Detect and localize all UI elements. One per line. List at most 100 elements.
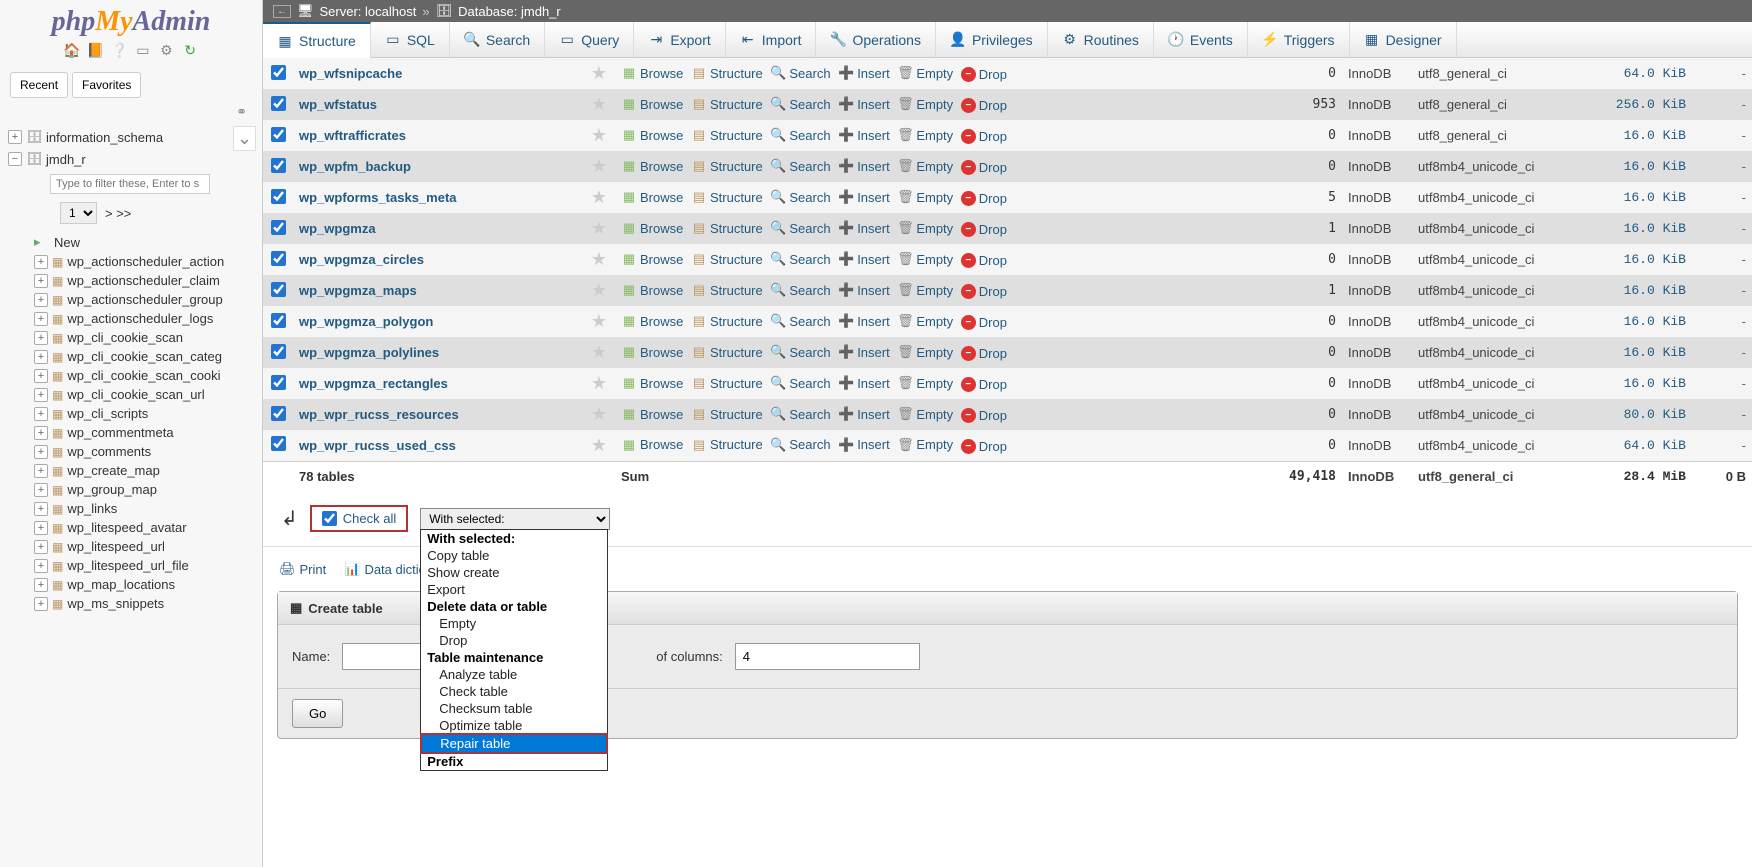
expand-icon[interactable]: +	[34, 483, 48, 497]
search-link[interactable]: 🔍Search	[770, 437, 830, 453]
favorite-star[interactable]: ★	[583, 337, 615, 368]
browse-link[interactable]: ▦Browse	[621, 251, 683, 267]
tree-new[interactable]: ▸ New	[30, 232, 262, 252]
insert-link[interactable]: ➕Insert	[838, 158, 890, 174]
favorite-star[interactable]: ★	[583, 430, 615, 461]
breadcrumb-server[interactable]: Server: localhost	[320, 4, 417, 19]
empty-link[interactable]: 🗑Empty	[897, 65, 953, 81]
favorites-tab[interactable]: Favorites	[72, 72, 141, 98]
row-checkbox[interactable]	[271, 406, 286, 421]
row-checkbox[interactable]	[271, 436, 286, 451]
tree-table-item[interactable]: +▦wp_commentmeta	[30, 423, 262, 442]
row-checkbox[interactable]	[271, 313, 286, 328]
collapse-icon[interactable]: −	[8, 152, 22, 166]
browse-link[interactable]: ▦Browse	[621, 189, 683, 205]
search-link[interactable]: 🔍Search	[770, 375, 830, 391]
insert-link[interactable]: ➕Insert	[838, 127, 890, 143]
insert-link[interactable]: ➕Insert	[838, 96, 890, 112]
search-link[interactable]: 🔍Search	[770, 189, 830, 205]
search-link[interactable]: 🔍Search	[770, 127, 830, 143]
tree-table-item[interactable]: +▦wp_cli_cookie_scan	[30, 328, 262, 347]
expand-icon[interactable]: +	[34, 407, 48, 421]
row-checkbox[interactable]	[271, 189, 286, 204]
structure-link[interactable]: ▤Structure	[691, 158, 763, 174]
row-checkbox[interactable]	[271, 220, 286, 235]
tree-table-item[interactable]: +▦wp_cli_cookie_scan_cooki	[30, 366, 262, 385]
scroll-down-icon[interactable]: ⌄	[233, 126, 256, 151]
logo[interactable]: phpMyAdmin	[0, 0, 262, 40]
tab-sql[interactable]: ▭SQL	[371, 22, 450, 57]
favorite-star[interactable]: ★	[583, 368, 615, 399]
expand-icon[interactable]: +	[34, 502, 48, 516]
tree-table-item[interactable]: +▦wp_create_map	[30, 461, 262, 480]
drop-link[interactable]: −Drop	[961, 253, 1007, 268]
table-name-link[interactable]: wp_wpgmza_polylines	[299, 345, 439, 360]
search-link[interactable]: 🔍Search	[770, 158, 830, 174]
tree-table-item[interactable]: +▦wp_litespeed_url	[30, 537, 262, 556]
tab-query[interactable]: ▭Query	[545, 22, 634, 57]
tree-table-item[interactable]: +▦wp_cli_cookie_scan_categ	[30, 347, 262, 366]
settings-icon[interactable]: ⚙	[157, 42, 175, 60]
structure-link[interactable]: ▤Structure	[691, 437, 763, 453]
expand-icon[interactable]: +	[34, 331, 48, 345]
with-selected-dropdown[interactable]: With selected:	[420, 508, 610, 530]
drop-link[interactable]: −Drop	[961, 439, 1007, 454]
dropdown-item[interactable]: Check table	[421, 683, 607, 700]
expand-icon[interactable]: +	[34, 521, 48, 535]
drop-link[interactable]: −Drop	[961, 129, 1007, 144]
structure-link[interactable]: ▤Structure	[691, 127, 763, 143]
browse-link[interactable]: ▦Browse	[621, 406, 683, 422]
tab-events[interactable]: 🕐Events	[1154, 22, 1248, 57]
row-checkbox[interactable]	[271, 344, 286, 359]
home-icon[interactable]: 🏠	[63, 42, 81, 60]
drop-link[interactable]: −Drop	[961, 408, 1007, 423]
tree-table-item[interactable]: +▦wp_map_locations	[30, 575, 262, 594]
dropdown-item[interactable]: Analyze table	[421, 666, 607, 683]
empty-link[interactable]: 🗑Empty	[897, 220, 953, 236]
table-name-link[interactable]: wp_wpr_rucss_resources	[299, 407, 459, 422]
dropdown-item[interactable]: Drop	[421, 632, 607, 649]
expand-icon[interactable]: +	[34, 255, 48, 269]
insert-link[interactable]: ➕Insert	[838, 220, 890, 236]
link-icon[interactable]: ⚭	[0, 102, 262, 126]
search-link[interactable]: 🔍Search	[770, 251, 830, 267]
drop-link[interactable]: −Drop	[961, 191, 1007, 206]
dropdown-item[interactable]: Copy table	[421, 547, 607, 564]
tab-operations[interactable]: 🔧Operations	[816, 22, 935, 57]
row-checkbox[interactable]	[271, 375, 286, 390]
expand-icon[interactable]: +	[8, 130, 22, 144]
row-checkbox[interactable]	[271, 96, 286, 111]
favorite-star[interactable]: ★	[583, 58, 615, 89]
tree-table-item[interactable]: +▦wp_comments	[30, 442, 262, 461]
tree-db-jmdh-r[interactable]: − 🗄 jmdh_r	[0, 148, 262, 170]
expand-icon[interactable]: +	[34, 597, 48, 611]
browse-link[interactable]: ▦Browse	[621, 313, 683, 329]
tab-structure[interactable]: ▦Structure	[263, 22, 371, 58]
insert-link[interactable]: ➕Insert	[838, 189, 890, 205]
table-name-link[interactable]: wp_wpr_rucss_used_css	[299, 438, 456, 453]
tab-search[interactable]: 🔍Search	[450, 22, 545, 57]
table-name-link[interactable]: wp_wpgmza	[299, 221, 376, 236]
expand-icon[interactable]: +	[34, 293, 48, 307]
tree-table-item[interactable]: +▦wp_actionscheduler_logs	[30, 309, 262, 328]
collapse-sidebar-icon[interactable]: ←	[273, 5, 291, 18]
structure-link[interactable]: ▤Structure	[691, 96, 763, 112]
favorite-star[interactable]: ★	[583, 120, 615, 151]
favorite-star[interactable]: ★	[583, 89, 615, 120]
expand-icon[interactable]: +	[34, 464, 48, 478]
structure-link[interactable]: ▤Structure	[691, 375, 763, 391]
sql-icon[interactable]: ▭	[134, 42, 152, 60]
tab-import[interactable]: ⇤Import	[726, 22, 817, 57]
structure-link[interactable]: ▤Structure	[691, 344, 763, 360]
drop-link[interactable]: −Drop	[961, 98, 1007, 113]
drop-link[interactable]: −Drop	[961, 346, 1007, 361]
expand-icon[interactable]: +	[34, 312, 48, 326]
expand-icon[interactable]: +	[34, 426, 48, 440]
drop-link[interactable]: −Drop	[961, 377, 1007, 392]
drop-link[interactable]: −Drop	[961, 67, 1007, 82]
check-all-label[interactable]: Check all	[343, 511, 396, 526]
empty-link[interactable]: 🗑Empty	[897, 127, 953, 143]
tab-triggers[interactable]: ⚡Triggers	[1248, 22, 1350, 57]
expand-icon[interactable]: +	[34, 369, 48, 383]
dropdown-item[interactable]: Optimize table	[421, 717, 607, 734]
